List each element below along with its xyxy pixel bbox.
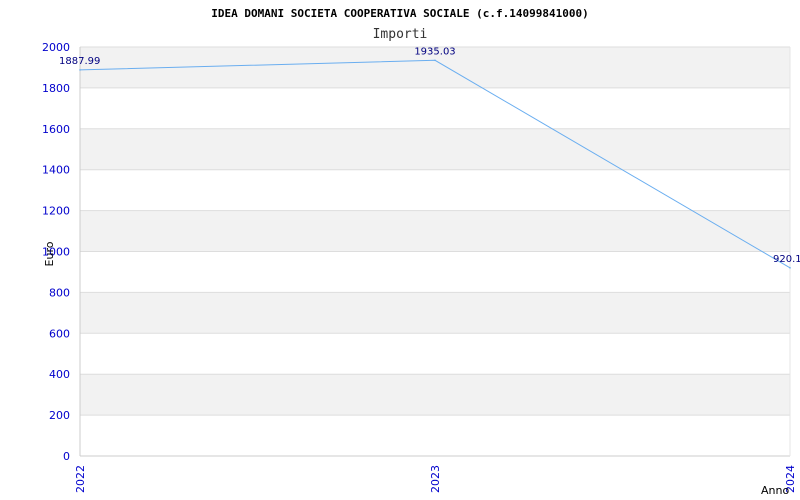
data-label: 920.1 [773,254,800,265]
plot-band [80,210,790,252]
y-tick-label: 1800 [42,82,70,95]
plot-band [80,292,790,334]
data-point [789,267,791,269]
y-tick-label: 200 [49,409,70,422]
y-tick-label: 2000 [42,41,70,54]
plot-bands [80,47,790,416]
x-tick-label: 2022 [74,465,87,493]
data-label: 1935.03 [414,46,455,57]
x-axis-label: Anno [761,484,789,497]
plot-band [80,128,790,170]
y-axis-label: Euro [43,241,56,266]
y-tick-label: 1200 [42,205,70,218]
chart: 0200400600800100012001400160018002000 20… [42,7,800,497]
data-point [79,69,81,71]
y-tick-label: 800 [49,286,70,299]
chart-subtitle: Importi [373,27,428,42]
data-label: 1887.99 [59,56,100,67]
y-tick-label: 600 [49,327,70,340]
x-tick-labels: 2022 2023 2024 [74,465,797,493]
y-tick-label: 1400 [42,164,70,177]
x-tick-label: 2023 [429,465,442,493]
y-tick-label: 1600 [42,123,70,136]
y-tick-label: 0 [63,450,70,463]
y-tick-label: 400 [49,368,70,381]
chart-title: IDEA DOMANI SOCIETA COOPERATIVA SOCIALE … [211,7,589,20]
plot-band [80,374,790,416]
data-point [434,59,436,62]
